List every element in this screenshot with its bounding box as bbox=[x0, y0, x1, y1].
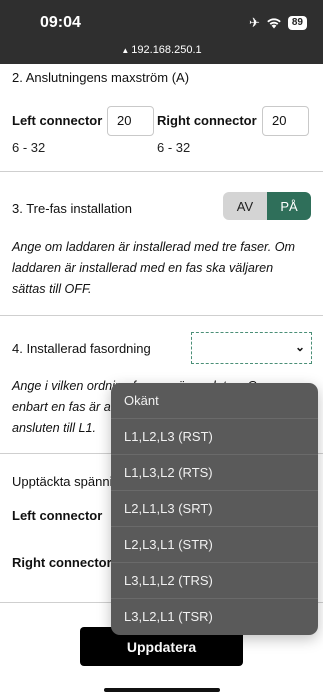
right-connector-label: Right connector bbox=[157, 113, 257, 128]
wifi-icon bbox=[267, 18, 281, 29]
dropdown-option[interactable]: L1,L2,L3 (RST) bbox=[111, 419, 318, 455]
status-bar: 09:04 ✈ 89 ▲ 192.168.250.1 bbox=[0, 0, 323, 64]
clock: 09:04 bbox=[40, 14, 81, 31]
url-bar[interactable]: ▲ 192.168.250.1 bbox=[0, 44, 323, 56]
toggle-off-option[interactable]: AV bbox=[223, 192, 267, 220]
dropdown-option[interactable]: Okänt bbox=[111, 383, 318, 419]
status-icons: ✈ 89 bbox=[249, 15, 307, 31]
right-connector-range: 6 - 32 bbox=[157, 140, 191, 155]
three-phase-toggle[interactable]: AV PÅ bbox=[223, 192, 311, 220]
left-connector-label: Left connector bbox=[12, 113, 103, 128]
dropdown-option[interactable]: L3,L2,L1 (TSR) bbox=[111, 599, 318, 635]
chevron-down-icon: ⌄ bbox=[294, 340, 305, 354]
max-current-title: 2. Anslutningens maxström (A) bbox=[12, 70, 190, 85]
description-line: Ange om laddaren är installerad med tre … bbox=[12, 240, 296, 254]
right-connector-max-input[interactable]: 20 bbox=[262, 106, 309, 136]
left-connector-max-input[interactable]: 20 bbox=[107, 106, 154, 136]
description-line: laddaren är installerad med en fas ska v… bbox=[12, 261, 274, 275]
detected-right-connector-label: Right connector bbox=[12, 555, 112, 570]
home-indicator[interactable] bbox=[104, 688, 220, 692]
url-text: 192.168.250.1 bbox=[131, 44, 202, 56]
toggle-on-option[interactable]: PÅ bbox=[267, 192, 311, 220]
detected-left-connector-label: Left connector bbox=[12, 508, 103, 523]
dropdown-option[interactable]: L2,L3,L1 (STR) bbox=[111, 527, 318, 563]
airplane-icon: ✈ bbox=[248, 15, 260, 30]
description-line: sättas till OFF. bbox=[12, 282, 92, 296]
dropdown-option[interactable]: L3,L1,L2 (TRS) bbox=[111, 563, 318, 599]
left-connector-range: 6 - 32 bbox=[12, 140, 46, 155]
dropdown-option[interactable]: L2,L1,L3 (SRT) bbox=[111, 491, 318, 527]
divider bbox=[0, 315, 323, 316]
phase-order-title: 4. Installerad fasordning bbox=[12, 341, 151, 356]
dropdown-option[interactable]: L1,L3,L2 (RTS) bbox=[111, 455, 318, 491]
divider bbox=[0, 171, 323, 172]
three-phase-title: 3. Tre-fas installation bbox=[12, 201, 132, 216]
phase-order-select[interactable]: ⌄ bbox=[191, 332, 312, 364]
phase-order-dropdown-menu: Okänt L1,L2,L3 (RST) L1,L3,L2 (RTS) L2,L… bbox=[111, 383, 318, 635]
lock-icon: ▲ bbox=[121, 46, 130, 55]
battery-indicator: 89 bbox=[287, 16, 307, 30]
three-phase-description: Ange om laddaren är installerad med tre … bbox=[12, 237, 312, 300]
